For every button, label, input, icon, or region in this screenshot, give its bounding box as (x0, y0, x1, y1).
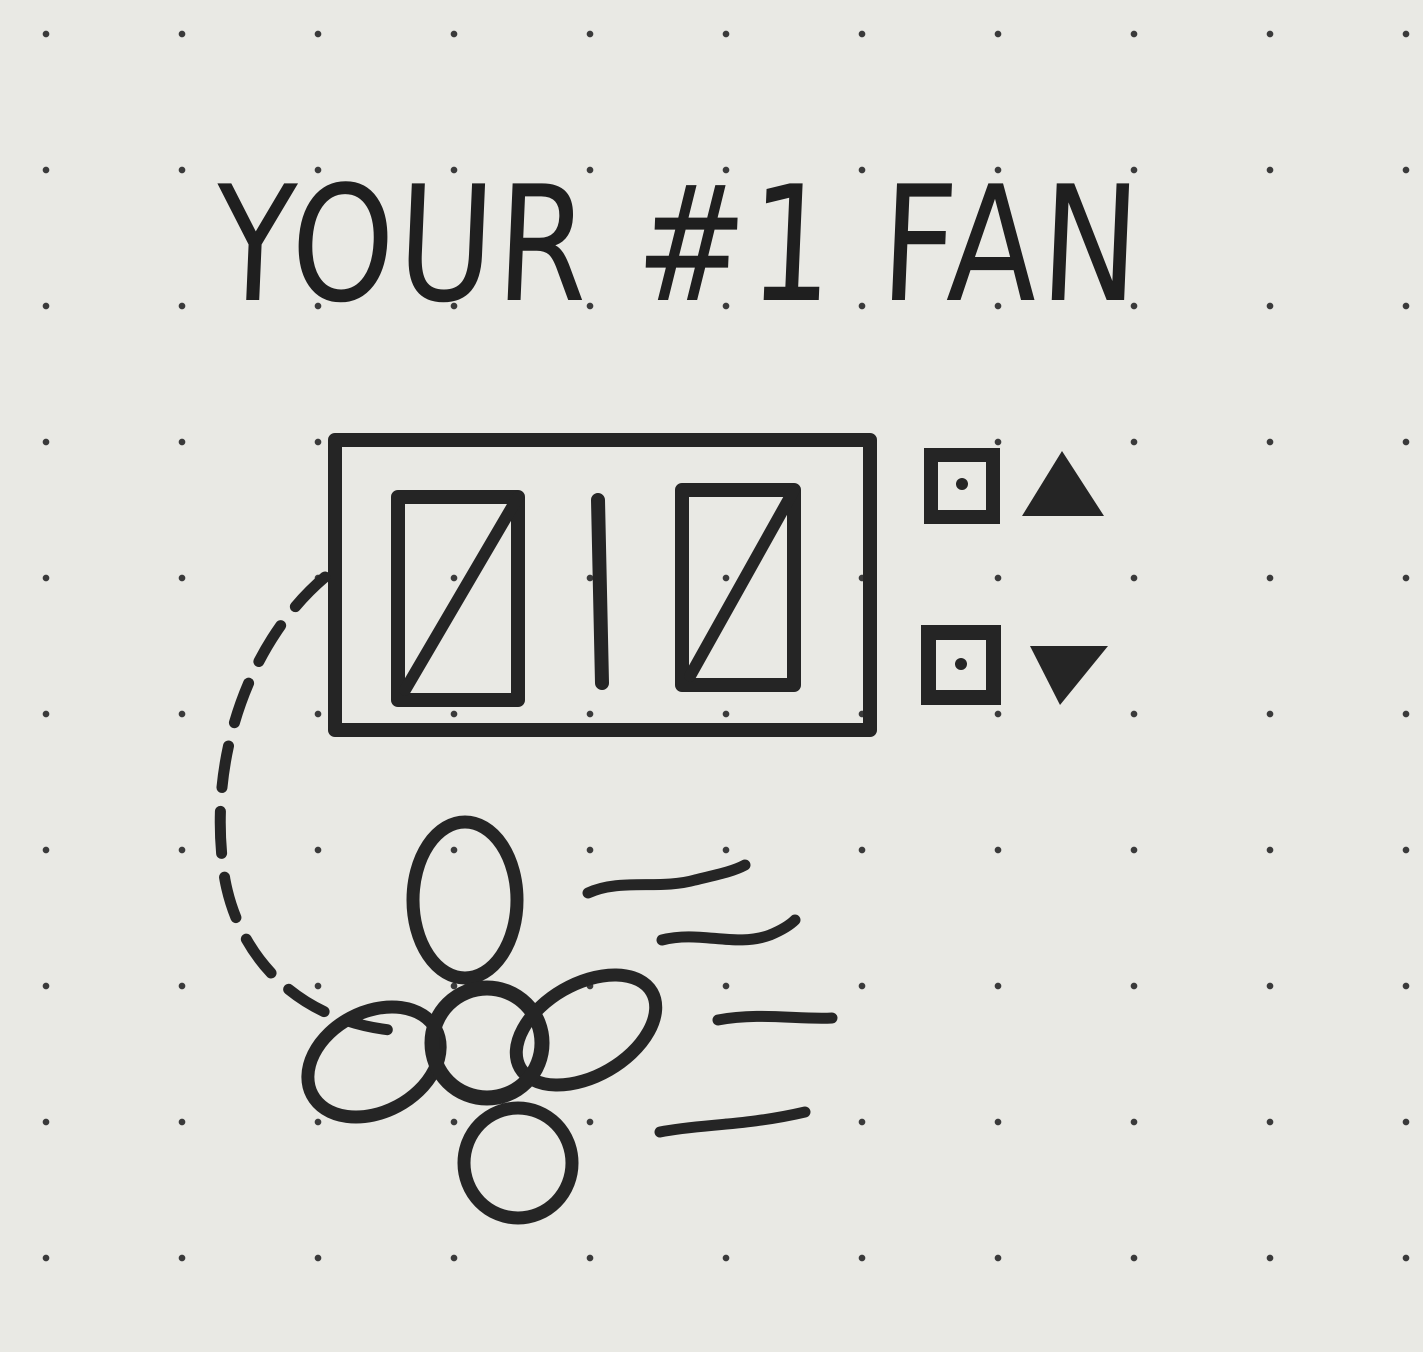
airflow-lines (582, 859, 838, 1138)
display-digit-3 (675, 483, 801, 692)
speed-up-button[interactable] (924, 448, 1104, 524)
triangle-down-icon (1030, 646, 1108, 705)
display-digit-1 (391, 490, 525, 707)
triangle-up-icon (1022, 451, 1104, 516)
notebook-sketch: YOUR #1 FAN (0, 0, 1423, 1352)
speed-down-button[interactable] (921, 625, 1108, 705)
connector-dashed-line (214, 571, 396, 1036)
speed-display (328, 433, 877, 737)
display-digit-2 (591, 493, 609, 690)
fan-ui-sketch (214, 433, 1108, 1225)
